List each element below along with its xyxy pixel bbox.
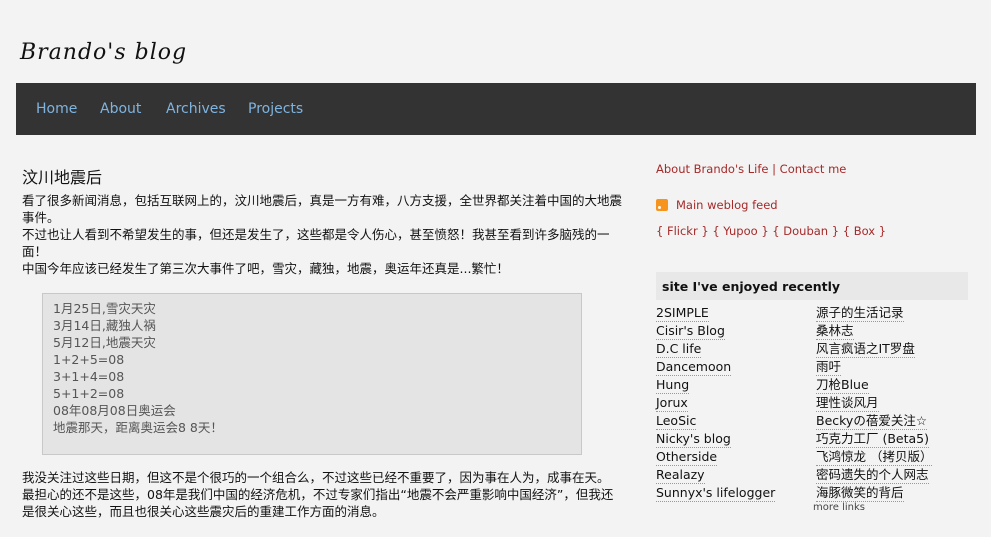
post-title[interactable]: 汶川地震后	[22, 168, 622, 188]
top-nav: Home About Archives Projects	[16, 83, 976, 135]
main-feed-link[interactable]: Main weblog feed	[676, 198, 778, 212]
box-link[interactable]: { Box }	[843, 224, 886, 238]
yupoo-link[interactable]: { Yupoo }	[712, 224, 768, 238]
post-paragraph: 不过也让人看到不希望发生的事，但还是发生了，这些都是令人伤心，甚至愤怒！我甚至看…	[22, 227, 610, 259]
link-separator: |	[772, 162, 777, 176]
recent-sites-header: site I've enjoyed recently	[656, 272, 968, 300]
blogroll-link[interactable]: 源子的生活记录	[816, 304, 904, 322]
post: 汶川地震后 看了很多新闻消息，包括互联网上的，汶川地震后，真是一方有难，八方支援…	[22, 168, 622, 520]
sidebar: About Brando's Life | Contact me Main we…	[656, 160, 976, 513]
about-life-link[interactable]: About Brando's Life	[656, 162, 768, 176]
more-links[interactable]: more links	[813, 502, 976, 513]
blogroll-link[interactable]: Hung	[656, 376, 690, 394]
quote-line: 1+2+5=08	[53, 352, 125, 367]
blogroll-link[interactable]: 密码遗失的个人网志	[816, 466, 929, 484]
quote-line: 1月25日,雪灾天灾	[53, 301, 156, 316]
blogroll-link[interactable]: Nicky's blog	[656, 430, 731, 448]
contact-link[interactable]: Contact me	[780, 162, 847, 176]
blogroll-right-column: 源子的生活记录 桑林志 风言疯语之IT罗盘 雨吁 刀枪Blue 理性谈风月 Be…	[813, 304, 976, 513]
nav-projects[interactable]: Projects	[248, 83, 303, 135]
blogroll-link[interactable]: 理性谈风月	[816, 394, 879, 412]
blogroll-link[interactable]: 巧克力工厂 (Beta5)	[816, 430, 930, 448]
blogroll-left-column: 2SIMPLE Cisir's Blog D.C life Dancemoon …	[656, 304, 816, 513]
nav-home[interactable]: Home	[36, 83, 77, 135]
blogroll-link[interactable]: Realazy	[656, 466, 705, 484]
social-links: { Flickr } { Yupoo } { Douban } { Box }	[656, 224, 976, 238]
quote-line: 08年08月08日奥运会	[53, 403, 176, 418]
blogroll-link[interactable]: LeoSic	[656, 412, 697, 430]
flickr-link[interactable]: { Flickr }	[656, 224, 709, 238]
blogroll-link[interactable]: Dancemoon	[656, 358, 732, 376]
quote-line: 5+1+2=08	[53, 386, 125, 401]
rss-icon[interactable]	[656, 199, 668, 211]
post-quote: 1月25日,雪灾天灾 3月14日,藏独人祸 5月12日,地震天灾 1+2+5=0…	[42, 293, 582, 455]
blogroll-link[interactable]: 桑林志	[816, 322, 854, 340]
quote-line: 3+1+4=08	[53, 369, 125, 384]
blogroll-link[interactable]: Sunnyx's lifelogger	[656, 484, 776, 502]
blogroll-link[interactable]: Cisir's Blog	[656, 322, 725, 340]
blogroll-link[interactable]: 2SIMPLE	[656, 304, 709, 322]
nav-archives[interactable]: Archives	[166, 83, 226, 135]
blogroll-link[interactable]: Jorux	[656, 394, 688, 412]
sidebar-header-links: About Brando's Life | Contact me	[656, 160, 976, 178]
quote-line: 地震那天，距离奥运会8 8天！	[53, 420, 223, 435]
nav-about[interactable]: About	[100, 83, 141, 135]
blogroll-link[interactable]: 风言疯语之IT罗盘	[816, 340, 915, 358]
douban-link[interactable]: { Douban }	[772, 224, 839, 238]
post-paragraph: 中国今年应该已经发生了第三次大事件了吧，雪灾，藏独，地震，奥运年还真是...繁忙…	[22, 261, 509, 276]
blogroll-link[interactable]: Beckyの蓓爱关注☆	[816, 412, 928, 430]
blogroll-link[interactable]: 刀枪Blue	[816, 376, 869, 394]
blogroll-link[interactable]: 飞鸿惊龙 （拷贝版）	[816, 448, 933, 466]
feed-row: Main weblog feed	[656, 198, 976, 212]
blogroll-link[interactable]: 雨吁	[816, 358, 842, 376]
recent-sites-title: site I've enjoyed recently	[662, 278, 840, 294]
quote-line: 3月14日,藏独人祸	[53, 318, 156, 333]
post-paragraph: 我没关注过这些日期，但这不是个很巧的一个组合么，不过这些已经不重要了，因为事在人…	[22, 470, 610, 485]
blogroll-link[interactable]: 海豚微笑的背后	[816, 484, 904, 502]
blogroll-link[interactable]: Otherside	[656, 448, 718, 466]
quote-line: 5月12日,地震天灾	[53, 335, 156, 350]
post-paragraph: 看了很多新闻消息，包括互联网上的，汶川地震后，真是一方有难，八方支援，全世界都关…	[22, 193, 623, 225]
blogroll-link[interactable]: D.C life	[656, 340, 702, 358]
blogroll: 2SIMPLE Cisir's Blog D.C life Dancemoon …	[656, 304, 976, 513]
post-paragraph: 最担心的还不是这些，08年是我们中国的经济危机，不过专家们指出“地震不会严重影响…	[22, 487, 614, 519]
blog-logo[interactable]: Brando's blog	[20, 40, 187, 65]
